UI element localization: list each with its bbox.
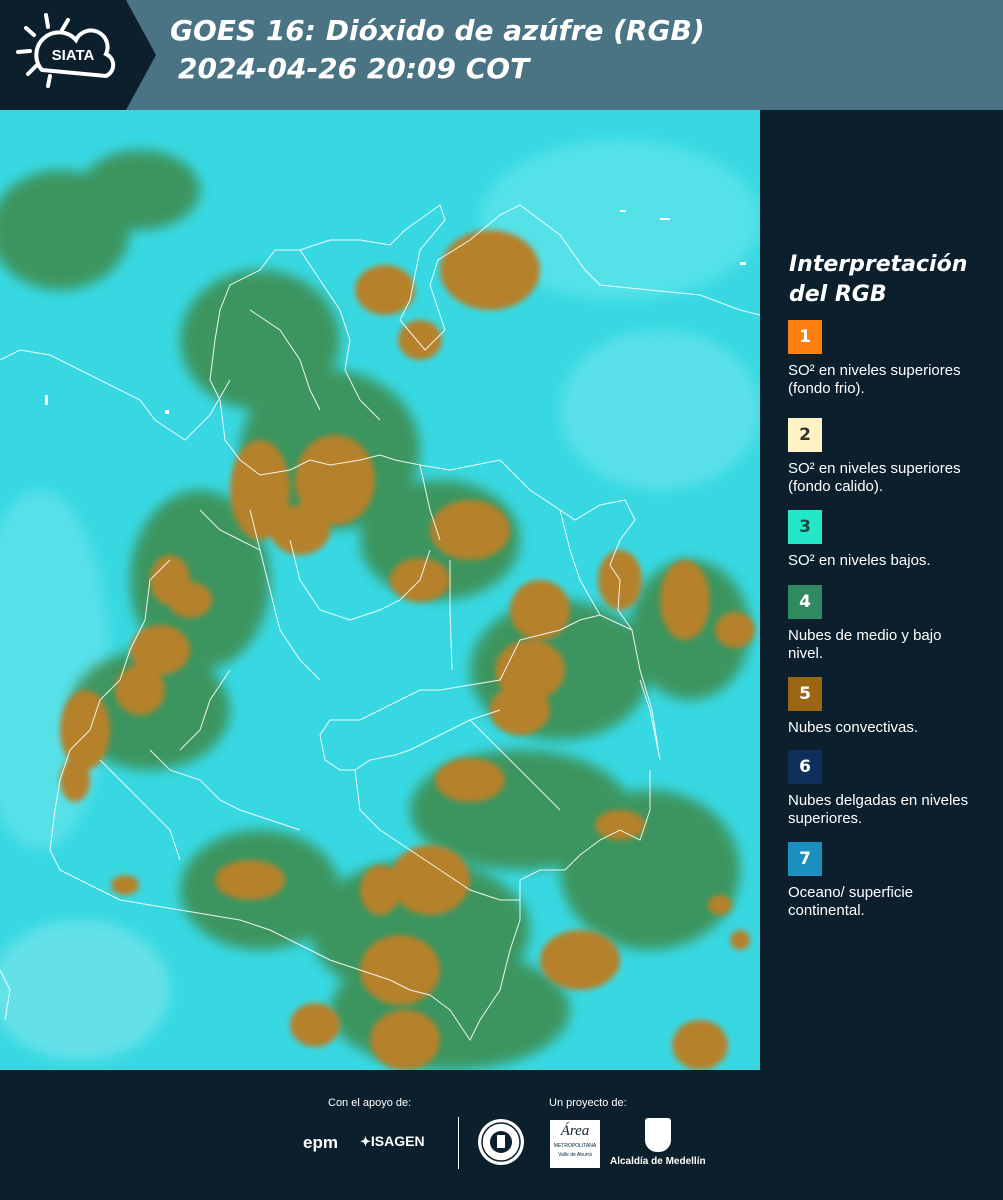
legend-text-2: SO² en niveles superiores (fondo calido)… <box>788 460 961 495</box>
legend-swatch-7: 7 <box>788 842 822 876</box>
legend-swatch-2: 2 <box>788 418 822 452</box>
epm-logo-text: epm <box>303 1133 338 1152</box>
legend-text-1: SO² en niveles superiores (fondo frio). <box>788 362 961 397</box>
legend-item-5: 5 Nubes convectivas. <box>788 677 998 737</box>
legend-text-7: Oceano/ superficie continental. <box>788 884 914 919</box>
area-logo-main: Área <box>560 1123 590 1139</box>
legend-swatch-4: 4 <box>788 585 822 619</box>
support-label: Con el apoyo de: <box>328 1097 412 1109</box>
isagen-logo: ✦ISAGEN <box>360 1133 425 1150</box>
legend-item-7: 7 Oceano/ superficie continental. <box>788 842 998 920</box>
siata-logo-text: SIATA <box>52 47 95 64</box>
header-bar: SIATA GOES 16: Dióxido de azúfre (RGB) 20… <box>0 0 1003 110</box>
legend-swatch-6: 6 <box>788 750 822 784</box>
area-logo-sub2: Valle de Aburrá <box>558 1152 592 1158</box>
legend-item-4: 4 Nubes de medio y bajo nivel. <box>788 585 998 663</box>
project-label: Un proyecto de: <box>549 1097 627 1109</box>
legend-item-1: 1 SO² en niveles superiores (fondo frio)… <box>788 320 998 398</box>
page-title: GOES 16: Dióxido de azúfre (RGB) 2024-04-… <box>170 12 705 88</box>
legend-swatch-3: 3 <box>788 510 822 544</box>
epm-logo: epm <box>303 1133 338 1153</box>
siata-logo: SIATA <box>0 0 158 110</box>
legend-swatch-5: 5 <box>788 677 822 711</box>
legend-swatch-1: 1 <box>788 320 822 354</box>
medellin-seal <box>478 1119 524 1165</box>
legend-panel: Interpretación del RGB 1 SO² en niveles … <box>760 110 1003 1070</box>
alcaldia-crest-icon <box>644 1118 671 1152</box>
alcaldia-logo: Alcaldía de Medellín <box>610 1118 706 1167</box>
footer: Con el apoyo de: Un proyecto de: epm ✦IS… <box>0 1070 1003 1200</box>
footer-divider <box>458 1117 459 1169</box>
legend-text-5: Nubes convectivas. <box>788 719 919 736</box>
area-metropolitana-logo: Área METROPOLITANA Valle de Aburrá <box>550 1120 600 1168</box>
legend-item-2: 2 SO² en niveles superiores (fondo calid… <box>788 418 998 496</box>
legend-text-6: Nubes delgadas en niveles superiores. <box>788 792 969 827</box>
legend-title: Interpretación del RGB <box>789 252 968 307</box>
legend-text-3: SO² en niveles bajos. <box>788 552 931 569</box>
isagen-star-icon: ✦ <box>360 1134 371 1149</box>
isagen-logo-text: ISAGEN <box>370 1133 425 1149</box>
title-line-1: GOES 16: Dióxido de azúfre (RGB) <box>170 14 705 47</box>
legend-item-6: 6 Nubes delgadas en niveles superiores. <box>788 750 998 828</box>
title-line-2: 2024-04-26 20:09 COT <box>178 52 530 85</box>
legend-item-3: 3 SO² en niveles bajos. <box>788 510 998 570</box>
alcaldia-logo-text: Alcaldía de Medellín <box>610 1156 706 1167</box>
legend-text-4: Nubes de medio y bajo nivel. <box>788 627 942 662</box>
area-logo-sub1: METROPOLITANA <box>553 1143 597 1149</box>
satellite-map <box>0 110 760 1070</box>
